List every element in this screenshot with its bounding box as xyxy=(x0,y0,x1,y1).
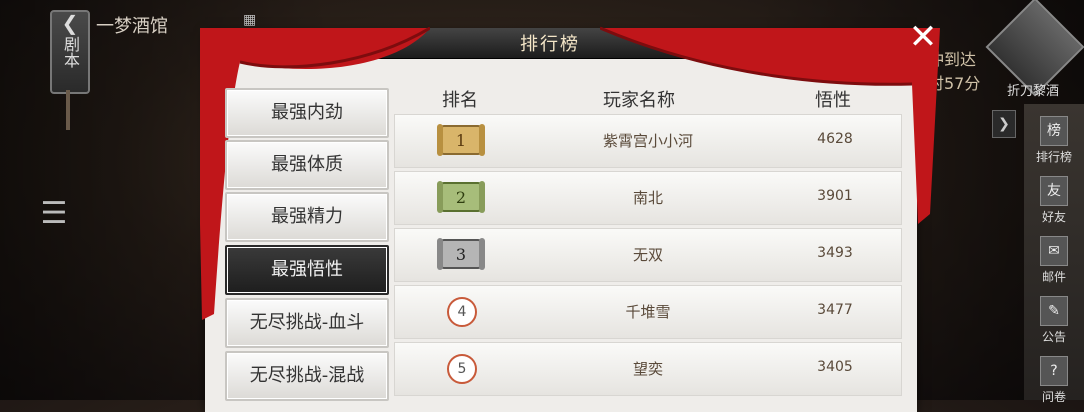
friends-icon: 友 xyxy=(1040,176,1068,206)
nav-notice-label: 公告 xyxy=(1041,330,1066,344)
nav-ranking-label: 排行榜 xyxy=(1035,150,1072,164)
home-icon[interactable]: ☰ xyxy=(36,196,72,266)
nav-survey[interactable]: ? 问卷 xyxy=(1024,352,1084,412)
tab-jingli[interactable]: 最强精力 xyxy=(225,192,389,242)
panel-title: 排行榜 xyxy=(520,34,580,55)
avatar-label: 折刀黎酒 xyxy=(1006,84,1059,99)
nav-mail[interactable]: ✉ 邮件 xyxy=(1024,232,1084,292)
player-value: 3405 xyxy=(817,359,853,375)
mail-icon: ✉ xyxy=(1040,236,1068,266)
tab-neijin[interactable]: 最强内劲 xyxy=(225,88,389,138)
chevron-left-icon: ❮ xyxy=(61,11,79,35)
header-name: 玩家名称 xyxy=(603,90,675,111)
notice-icon: ✎ xyxy=(1040,296,1068,326)
table-row[interactable]: 3 无双 3493 xyxy=(394,228,902,282)
header-rank: 排名 xyxy=(442,90,478,111)
tab-xuedou[interactable]: 无尽挑战-血斗 xyxy=(225,298,389,348)
survey-icon: ? xyxy=(1040,356,1068,386)
back-button[interactable]: ❮ 剧本 xyxy=(50,10,90,94)
right-nav: 榜 排行榜 友 好友 ✉ 邮件 ✎ 公告 ? 问卷 xyxy=(1024,104,1084,404)
tab-wuxing[interactable]: 最强悟性 xyxy=(225,245,389,295)
nav-friends-label: 好友 xyxy=(1041,210,1066,224)
tab-hunzhan[interactable]: 无尽挑战-混战 xyxy=(225,351,389,401)
nav-notice[interactable]: ✎ 公告 xyxy=(1024,292,1084,352)
chevron-right-icon[interactable]: ❯ xyxy=(992,110,1016,138)
close-button[interactable]: ✕ xyxy=(900,16,946,58)
table-row[interactable]: 5 望奕 3405 xyxy=(394,342,902,396)
tassel-decoration xyxy=(66,90,70,130)
nav-survey-label: 问卷 xyxy=(1041,390,1066,404)
tab-tizhi[interactable]: 最强体质 xyxy=(225,140,389,190)
tavern-title: 一梦酒馆 xyxy=(96,16,168,37)
player-value: 4628 xyxy=(817,131,853,147)
player-value: 3901 xyxy=(817,188,853,204)
ranking-icon: 榜 xyxy=(1040,116,1068,146)
table-row[interactable]: 4 千堆雪 3477 xyxy=(394,285,902,339)
nav-mail-label: 邮件 xyxy=(1041,270,1066,284)
header-value: 悟性 xyxy=(815,90,851,111)
back-label: 剧本 xyxy=(61,36,80,68)
player-value: 3477 xyxy=(817,302,853,318)
table-row[interactable]: 1 紫霄宫小小河 4628 xyxy=(394,114,902,168)
table-row[interactable]: 2 南北 3901 xyxy=(394,171,902,225)
nav-friends[interactable]: 友 好友 xyxy=(1024,172,1084,232)
nav-ranking[interactable]: 榜 排行榜 xyxy=(1024,112,1084,172)
player-value: 3493 xyxy=(817,245,853,261)
